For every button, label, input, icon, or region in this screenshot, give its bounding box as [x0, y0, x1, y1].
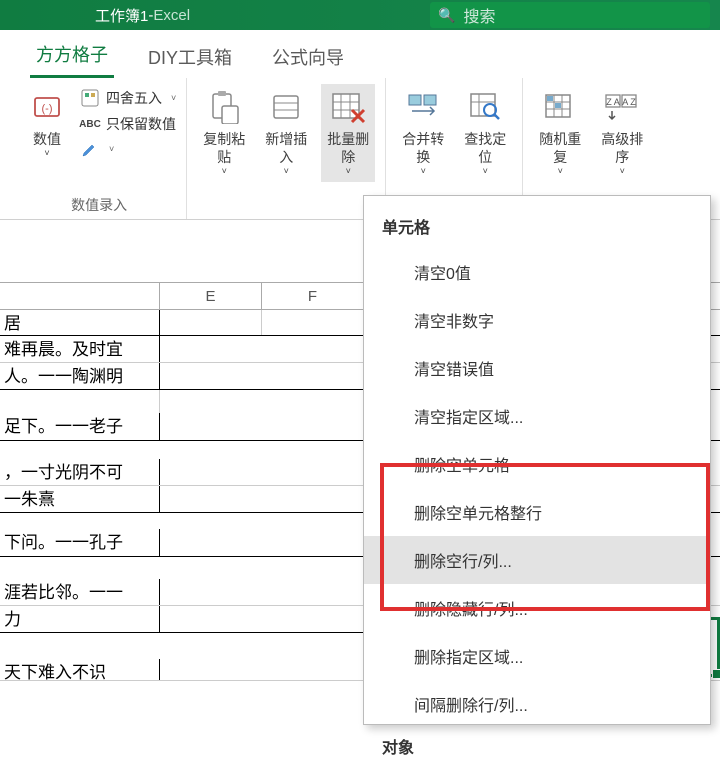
group-numval: (-) 数值 ˅ 四舍五入 ABC 只保留数值 数值录入 [18, 78, 187, 219]
group-paste: 复制粘 贴 ˅ 新增插 入 ˅ 批量删 除 ˅ [187, 78, 386, 219]
tab-formula[interactable]: 公式向导 [266, 34, 350, 78]
menu-clear-error[interactable]: 清空错误值 [364, 344, 710, 392]
cell-text[interactable]: 涯若比邻。一一 [0, 579, 160, 605]
cell-text[interactable]: 足下。一一老子 [0, 413, 160, 440]
cell-text[interactable]: 一朱熹 [0, 486, 160, 512]
search-box[interactable]: 🔍 搜索 [430, 2, 710, 28]
ribbon-tabs: 方方格子 DIY工具箱 公式向导 [0, 30, 720, 78]
batchdel-icon [329, 88, 367, 126]
clipboard-icon [205, 88, 243, 126]
find-icon [466, 88, 504, 126]
svg-text:Z A: Z A [607, 97, 621, 107]
button-keepnum[interactable]: ABC 只保留数值 [80, 114, 176, 134]
menu-clear-zero[interactable]: 清空0值 [364, 248, 710, 296]
cell-text[interactable]: 人。一一陶渊明 [0, 363, 160, 389]
sort-icon: Z AA Z [603, 88, 641, 126]
numval-icon: (-) [28, 88, 66, 126]
insert-icon [267, 88, 305, 126]
search-placeholder: 搜索 [463, 3, 495, 27]
col-e[interactable]: E [160, 283, 262, 309]
col-f[interactable]: F [262, 283, 364, 309]
tab-diy[interactable]: DIY工具箱 [142, 34, 238, 78]
round-icon [80, 89, 100, 107]
tab-fangfang[interactable]: 方方格子 [30, 31, 114, 78]
menu-header-object: 对象 [364, 728, 710, 768]
menu-del-hidden[interactable]: 删除隐藏行/列... [364, 584, 710, 632]
cell-text[interactable]: 天下难入不识 [0, 659, 160, 680]
workbook-title: 工作簿1 [95, 5, 148, 26]
app-label: Excel [153, 7, 190, 24]
button-find[interactable]: 查找定 位 ˅ [458, 84, 512, 182]
cell-text[interactable]: ，一寸光阴不可 [0, 459, 160, 485]
button-insert[interactable]: 新增插 入 ˅ [259, 84, 313, 182]
cell-text[interactable]: 居 [0, 310, 160, 335]
button-numval[interactable]: (-) 数值 ˅ [22, 84, 72, 164]
menu-interval-del[interactable]: 间隔删除行/列... [364, 680, 710, 728]
group1-label: 数值录入 [22, 191, 176, 219]
button-edit[interactable] [80, 140, 176, 158]
abc-icon: ABC [80, 115, 100, 133]
cell-text[interactable]: 难再晨。及时宜 [0, 336, 160, 362]
menu-del-rowcol[interactable]: 删除空行/列... [364, 536, 710, 584]
button-random[interactable]: 随机重 复 ˅ [533, 84, 587, 182]
button-round[interactable]: 四舍五入 [80, 88, 176, 108]
menu-header-cell: 单元格 [364, 208, 710, 248]
svg-text:A Z: A Z [623, 97, 637, 107]
button-batchdel[interactable]: 批量删 除 ˅ [321, 84, 375, 182]
batchdel-dropdown: 单元格 清空0值 清空非数字 清空错误值 清空指定区域... 删除空单元格 删除… [363, 195, 711, 725]
svg-text:(-): (-) [42, 103, 53, 115]
merge-icon [404, 88, 442, 126]
menu-del-empty[interactable]: 删除空单元格 [364, 440, 710, 488]
menu-clear-nonnum[interactable]: 清空非数字 [364, 296, 710, 344]
edit-icon [80, 140, 100, 158]
button-copypaste[interactable]: 复制粘 贴 ˅ [197, 84, 251, 182]
button-sort[interactable]: Z AA Z 高级排 序 ˅ [595, 84, 649, 182]
cell-text[interactable]: 下问。一一孔子 [0, 529, 160, 556]
search-icon: 🔍 [438, 7, 455, 24]
menu-clear-range[interactable]: 清空指定区域... [364, 392, 710, 440]
menu-del-range[interactable]: 删除指定区域... [364, 632, 710, 680]
cell-text[interactable]: 力 [0, 606, 160, 632]
button-merge[interactable]: 合并转 换 ˅ [396, 84, 450, 182]
random-icon [541, 88, 579, 126]
menu-del-emptyrow[interactable]: 删除空单元格整行 [364, 488, 710, 536]
